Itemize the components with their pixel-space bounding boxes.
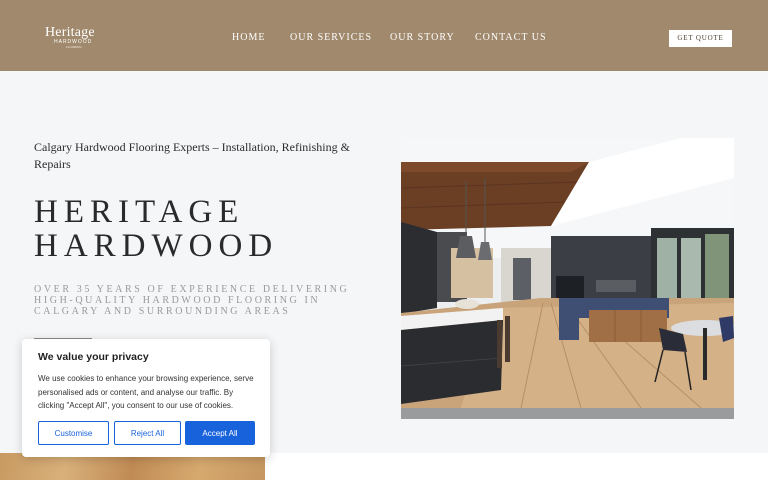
logo-fine-print: FLOORING <box>66 45 82 49</box>
hero-subtitle: OVER 35 YEARS OF EXPERIENCE DELIVERING H… <box>34 284 350 317</box>
get-quote-button[interactable]: GET QUOTE <box>669 30 732 47</box>
hero-tagline: Calgary Hardwood Flooring Experts – Inst… <box>34 140 350 171</box>
wood-floor-image-strip <box>0 453 265 480</box>
nav-our-services[interactable]: OUR SERVICES <box>290 32 372 43</box>
cookie-banner-text: We use cookies to enhance your browsing … <box>38 374 254 410</box>
hero-title: HERITAGE HARDWOOD <box>34 195 278 263</box>
nav-our-story[interactable]: OUR STORY <box>390 32 455 43</box>
heritage-logo[interactable]: Heritage HARDWOOD FLOORING <box>36 25 96 49</box>
customise-button[interactable]: Customise <box>38 421 109 445</box>
kitchen-interior-image <box>401 138 734 419</box>
site-header: Heritage HARDWOOD FLOORING HOME OUR SERV… <box>0 0 768 71</box>
accept-all-button[interactable]: Accept All <box>185 421 255 445</box>
nav-home[interactable]: HOME <box>232 32 265 43</box>
hero-title-line1: HERITAGE <box>34 194 245 230</box>
kitchen-interior-illustration <box>401 138 734 419</box>
hero-title-line2: HARDWOOD <box>34 228 279 264</box>
cookie-banner-title: We value your privacy <box>38 351 149 363</box>
reject-all-button[interactable]: Reject All <box>114 421 181 445</box>
nav-contact-us[interactable]: CONTACT US <box>475 32 547 43</box>
section-divider-strip <box>265 453 768 480</box>
cookie-consent-banner: We value your privacy We use cookies to … <box>22 339 270 457</box>
